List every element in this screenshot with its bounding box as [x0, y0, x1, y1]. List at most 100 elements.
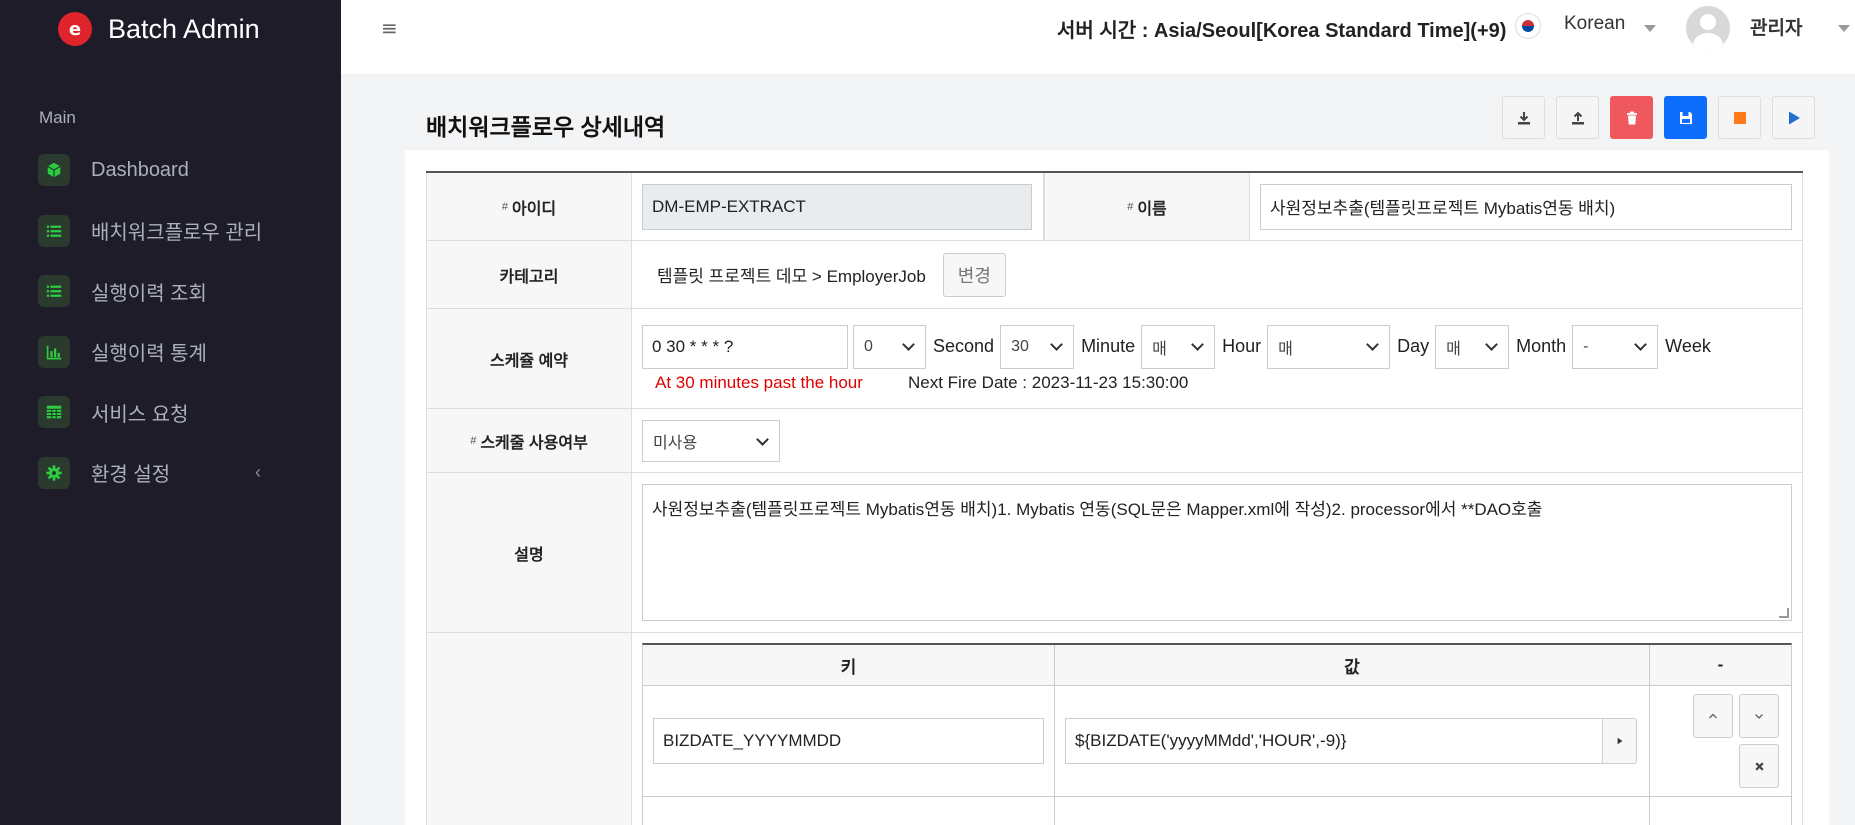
- sidebar-item-label: 배치워크플로우 관리: [91, 222, 263, 245]
- key-header: 키: [643, 645, 1055, 685]
- sidebar-section-label: Main: [39, 108, 76, 127]
- param-value-input[interactable]: ${BIZDATE('yyyyMMdd','HOUR',-9)}: [1065, 718, 1603, 764]
- move-up-button[interactable]: [1693, 694, 1733, 738]
- next-fire-date: Next Fire Date : 2023-11-23 15:30:00: [908, 372, 1189, 392]
- sidebar-item-label: 서비스 요청: [91, 403, 189, 426]
- save-button[interactable]: [1664, 96, 1707, 139]
- brand[interactable]: e Batch Admin: [0, 0, 341, 58]
- month-label: Month: [1516, 336, 1567, 356]
- resize-handle-icon: [1779, 608, 1789, 618]
- download-button[interactable]: [1502, 96, 1545, 139]
- action-toolbar: [1502, 96, 1815, 139]
- chevron-down-icon: [902, 337, 915, 351]
- second-label: Second: [933, 336, 995, 356]
- close-icon: [1754, 761, 1764, 771]
- minute-select[interactable]: 30: [1000, 324, 1075, 369]
- chevron-down-icon: [1366, 337, 1379, 351]
- chevron-down-icon: [1634, 337, 1648, 351]
- workflow-form: # 아이디 DM-EMP-EXTRACT # 이름 사원정보추출(템플릿프로젝트 M…: [426, 171, 1803, 825]
- chevron-down-icon: [1485, 337, 1498, 351]
- description-cell: 사원정보추출(템플릿프로젝트 Mybatis연동 배치)1. Mybatis 연…: [632, 473, 1803, 632]
- row-actions-cell: [1650, 686, 1791, 796]
- form-row-params: 키 값 - BIZDATE_YYYYMMDD ${BIZDATE('yyyyMM…: [426, 633, 1803, 825]
- month-select[interactable]: 매: [1435, 324, 1510, 369]
- form-row-id: # 아이디 DM-EMP-EXTRACT # 이름 사원정보추출(템플릿프로젝트 M…: [426, 173, 1803, 241]
- menu-toggle-icon[interactable]: ≡: [381, 16, 398, 40]
- delete-button[interactable]: [1610, 96, 1653, 139]
- value-header: 값: [1055, 645, 1650, 685]
- schedule-cell: 0 30 * * * ? 0 Second 30 Minute 매 Hour 매…: [632, 309, 1803, 408]
- sidebar-item-workflow[interactable]: 배치워크플로우 관리: [0, 201, 341, 262]
- schedule-info: At 30 minutes past the hour Next Fire Da…: [642, 373, 1188, 393]
- schedule-use-select[interactable]: 미사용: [642, 419, 780, 462]
- table-icon: [38, 396, 70, 429]
- korea-flag-icon: [1515, 13, 1541, 39]
- params-table: 키 값 - BIZDATE_YYYYMMDD ${BIZDATE('yyyyMM…: [642, 643, 1792, 825]
- chevron-down-icon: [1755, 714, 1763, 719]
- topbar: ≡ 서버 시간 : Asia/Seoul[Korea Standard Time…: [341, 0, 1855, 74]
- sidebar-item-settings[interactable]: 환경 설정 ‹: [0, 443, 341, 504]
- schedule-controls: 0 30 * * * ? 0 Second 30 Minute 매 Hour 매…: [642, 324, 1717, 369]
- sidebar: e Batch Admin Main Dashboard 배치워크플로우 관리 …: [0, 0, 341, 825]
- description-textarea[interactable]: 사원정보추출(템플릿프로젝트 Mybatis연동 배치)1. Mybatis 연…: [642, 484, 1792, 621]
- download-icon: [1517, 111, 1530, 124]
- params-cell: 키 값 - BIZDATE_YYYYMMDD ${BIZDATE('yyyyMM…: [632, 633, 1803, 825]
- use-label: # 스케줄 사용여부: [426, 409, 632, 472]
- cron-input[interactable]: 0 30 * * * ?: [642, 324, 848, 369]
- week-select[interactable]: -: [1572, 324, 1659, 369]
- form-row-use: # 스케줄 사용여부 미사용: [426, 409, 1803, 473]
- brand-logo: e: [58, 12, 92, 46]
- language-selector[interactable]: Korean: [1564, 13, 1625, 35]
- stop-button[interactable]: [1718, 96, 1761, 139]
- name-cell: 사원정보추출(템플릿프로젝트 Mybatis연동 배치): [1250, 173, 1803, 240]
- table-row: BIZDATE_YYYYMMDD ${BIZDATE('yyyyMMdd','H…: [643, 686, 1791, 797]
- list-icon: [38, 275, 70, 308]
- cube-icon: [38, 154, 70, 187]
- description-label: 설명: [426, 473, 632, 632]
- page-title: 배치워크플로우 상세내역: [426, 114, 666, 140]
- run-button[interactable]: [1772, 96, 1815, 139]
- sidebar-item-stats[interactable]: 실행이력 통계: [0, 322, 341, 383]
- sidebar-item-history[interactable]: 실행이력 조회: [0, 261, 341, 322]
- upload-icon: [1571, 111, 1584, 124]
- user-menu[interactable]: 관리자: [1750, 13, 1802, 40]
- second-select[interactable]: 0: [853, 324, 926, 369]
- use-cell: 미사용: [632, 409, 1803, 472]
- gear-icon: [38, 456, 70, 489]
- param-expand-button[interactable]: [1602, 718, 1637, 764]
- trash-icon: [1626, 111, 1637, 124]
- day-select[interactable]: 매: [1267, 324, 1391, 369]
- sidebar-item-dashboard[interactable]: Dashboard: [0, 140, 341, 201]
- bar-chart-icon: [38, 335, 70, 368]
- remove-row-button[interactable]: [1739, 744, 1779, 788]
- table-row-partial: [643, 797, 1791, 825]
- avatar[interactable]: [1686, 6, 1730, 50]
- day-label: Day: [1397, 336, 1430, 356]
- chevron-left-icon: ‹: [255, 462, 261, 483]
- play-icon: [1788, 111, 1800, 124]
- name-label: # 이름: [1044, 173, 1250, 240]
- params-label: [426, 633, 632, 825]
- caret-down-icon[interactable]: [1838, 25, 1850, 32]
- id-field: DM-EMP-EXTRACT: [642, 183, 1032, 230]
- name-field[interactable]: 사원정보추출(템플릿프로젝트 Mybatis연동 배치): [1260, 183, 1792, 230]
- category-label: 카테고리: [426, 241, 632, 308]
- key-cell: BIZDATE_YYYYMMDD: [643, 686, 1055, 796]
- id-label: # 아이디: [426, 173, 632, 240]
- param-key-input[interactable]: BIZDATE_YYYYMMDD: [653, 718, 1044, 764]
- upload-button[interactable]: [1556, 96, 1599, 139]
- category-change-button[interactable]: 변경: [942, 252, 1006, 297]
- hour-select[interactable]: 매: [1141, 324, 1216, 369]
- week-label: Week: [1665, 336, 1711, 356]
- hour-label: Hour: [1222, 336, 1262, 356]
- action-header: -: [1717, 655, 1724, 674]
- caret-right-icon: [1617, 737, 1622, 745]
- minute-label: Minute: [1081, 336, 1136, 356]
- chevron-down-icon: [1050, 337, 1063, 351]
- sidebar-item-label: 환경 설정: [91, 464, 171, 487]
- move-down-button[interactable]: [1739, 694, 1779, 738]
- chevron-down-icon: [756, 432, 769, 446]
- sidebar-menu: Dashboard 배치워크플로우 관리 실행이력 조회 실행이력 통계 서비스…: [0, 140, 341, 503]
- sidebar-item-service[interactable]: 서비스 요청: [0, 382, 341, 443]
- caret-down-icon[interactable]: [1644, 25, 1656, 32]
